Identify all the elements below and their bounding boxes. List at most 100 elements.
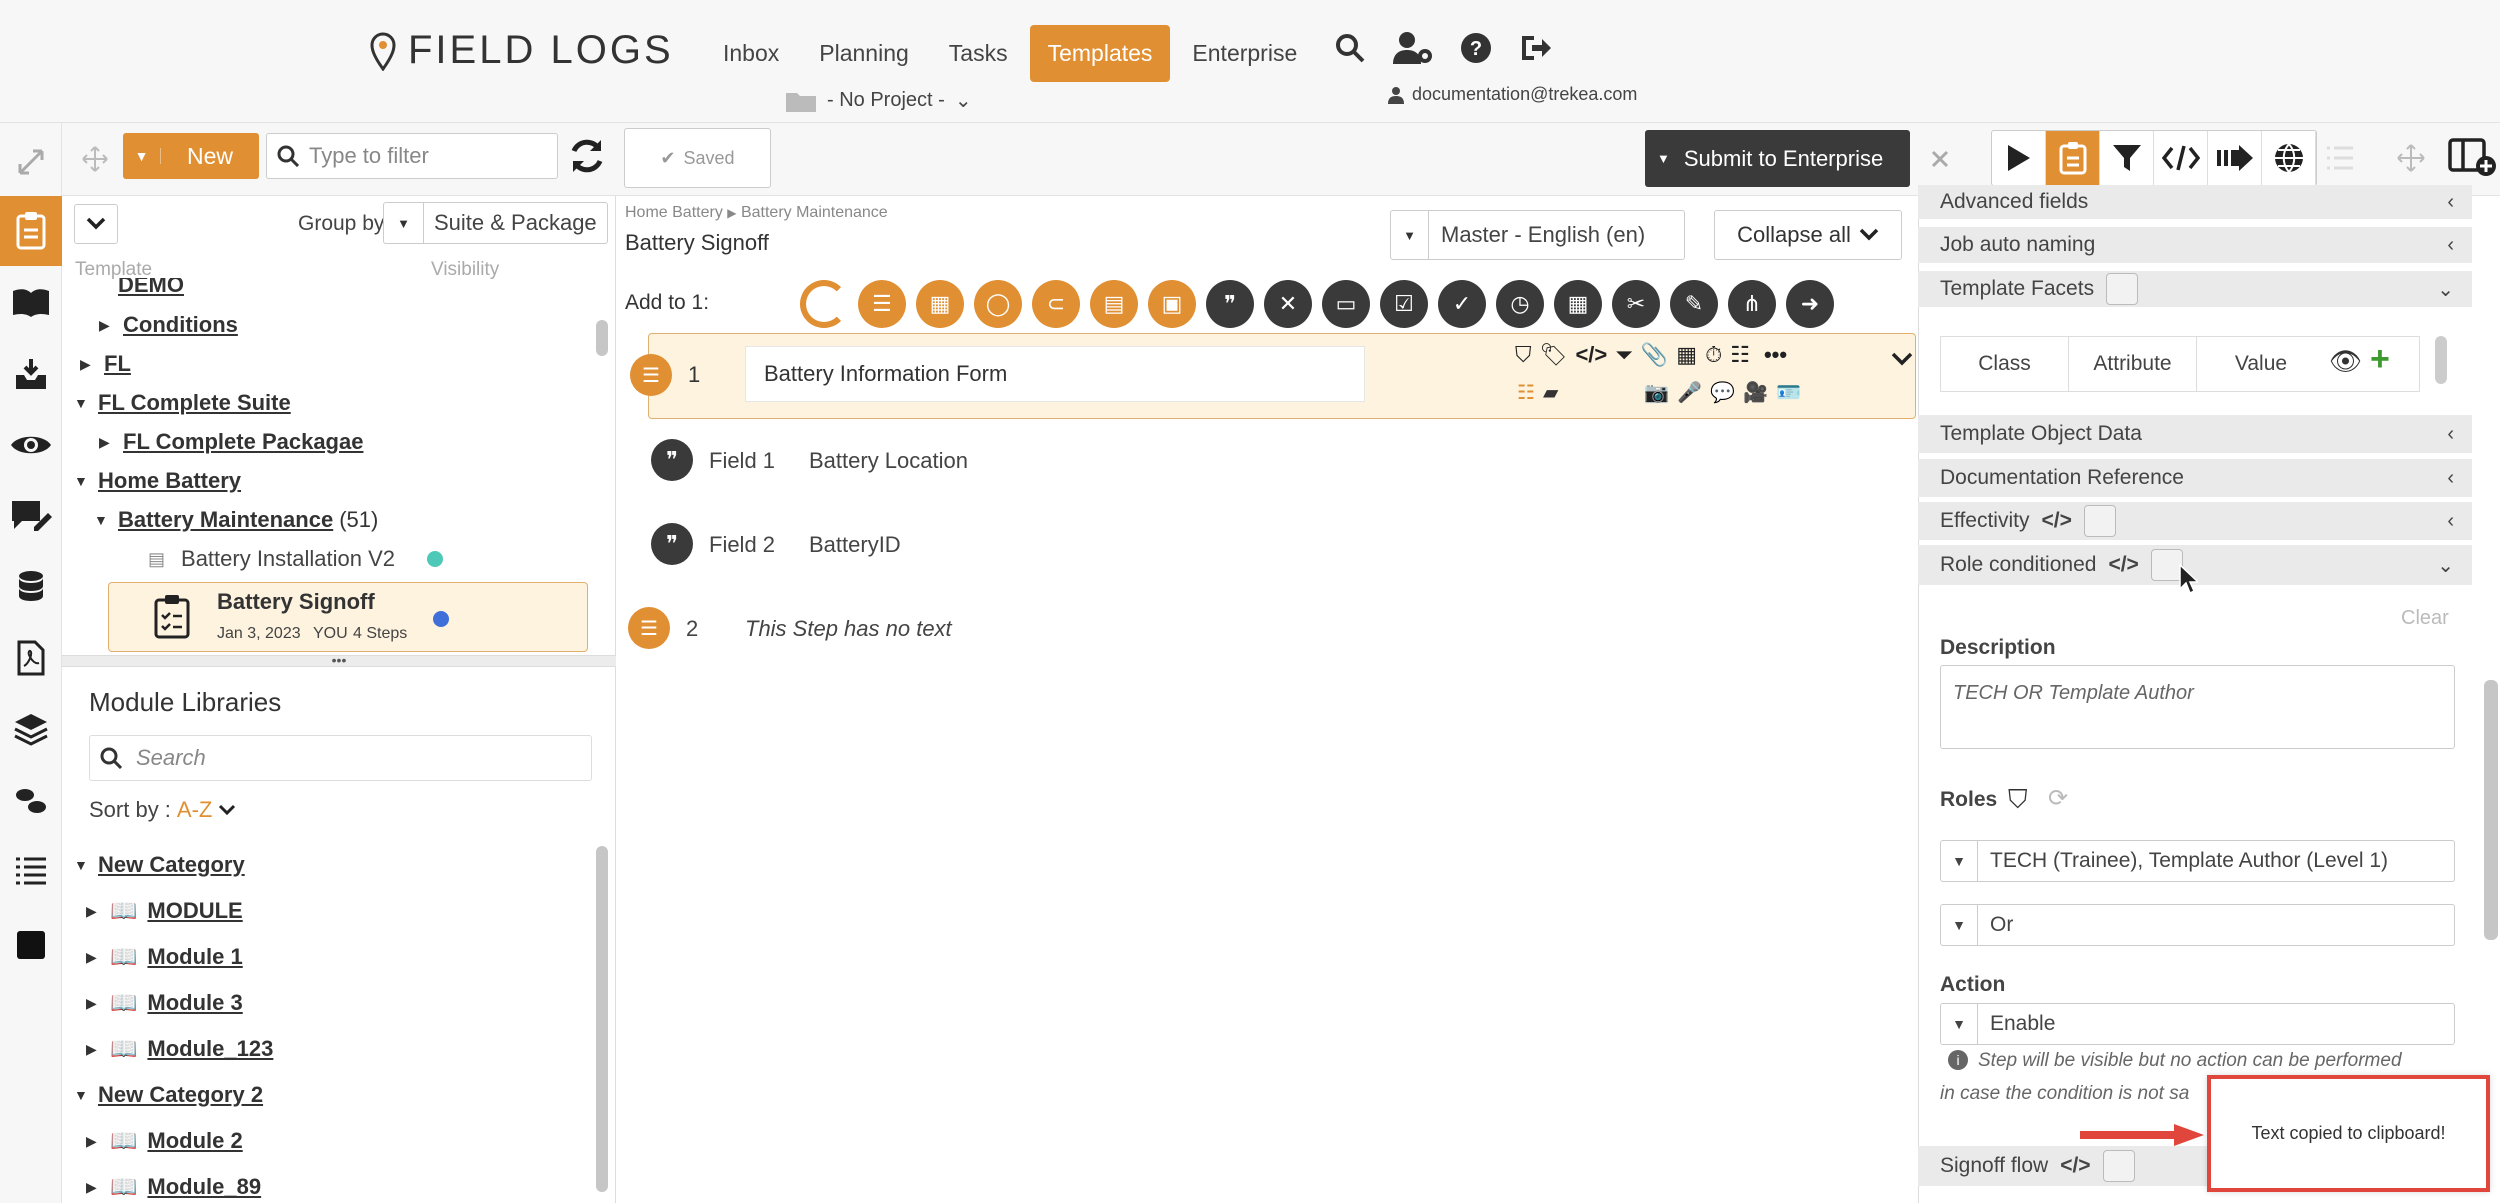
check-square-icon[interactable]: ✓ [1438, 280, 1486, 328]
refresh-icon[interactable]: ⟳ [2048, 784, 2068, 813]
facets-scrollbar[interactable] [2435, 336, 2447, 384]
module-item[interactable]: Module_123 [147, 1036, 273, 1062]
rail-templates-active[interactable] [0, 196, 62, 266]
add-facet-icon[interactable]: + [2370, 340, 2390, 379]
new-button[interactable]: ▼ New [123, 133, 259, 179]
description-textarea[interactable]: TECH OR Template Author [1940, 665, 2455, 749]
checklist-icon[interactable]: ☷ [1517, 380, 1535, 405]
documentation-reference-row[interactable]: Documentation Reference ‹ [1918, 459, 2472, 497]
footsteps-icon[interactable] [10, 779, 52, 821]
template-object-data-row[interactable]: Template Object Data ‹ [1918, 415, 2472, 453]
caret-down-icon[interactable]: ▼ [74, 395, 88, 411]
film-icon[interactable]: ▣ [1148, 280, 1196, 328]
microphone-icon[interactable]: 🎤 [1677, 380, 1702, 405]
filter-icon[interactable]: ⏷ [1615, 342, 1633, 368]
selected-template-card[interactable]: Battery Signoff Jan 3, 2023 YOU 4 Steps [108, 582, 588, 652]
layers-icon[interactable] [10, 708, 52, 750]
attachment-icon[interactable]: 📎 [1641, 342, 1668, 368]
sort-selector[interactable]: Sort by : A-Z [89, 797, 236, 823]
id-card-icon[interactable]: 🪪 [1776, 380, 1801, 405]
clipboard-tool-icon[interactable] [2046, 131, 2100, 185]
roles-select[interactable]: ▼ TECH (Trainee), Template Author (Level … [1940, 840, 2455, 882]
inbox-download-icon[interactable] [10, 353, 52, 395]
tools-icon[interactable]: ✂ [1612, 280, 1660, 328]
signature-icon[interactable]: ✎ [1670, 280, 1718, 328]
quote-icon[interactable]: ❞ [1206, 280, 1254, 328]
caret-right-icon[interactable]: ▶ [80, 356, 94, 373]
more-icon[interactable]: ••• [1764, 342, 1787, 368]
input-field-icon[interactable]: ▭ [1322, 280, 1370, 328]
module-search-input[interactable]: Search [89, 735, 592, 781]
group-by-select[interactable]: ▼ Suite & Package [383, 202, 608, 244]
panel-add-icon[interactable] [2448, 136, 2498, 178]
signoff-flow-checkbox[interactable] [2102, 1150, 2135, 1182]
checkbox-x-icon[interactable]: ✕ [1264, 280, 1312, 328]
clock-icon[interactable]: ◷ [1496, 280, 1544, 328]
loop-icon[interactable] [800, 280, 848, 328]
globe-icon[interactable] [2262, 131, 2316, 185]
caret-right-icon[interactable]: ▶ [86, 903, 100, 920]
link-icon[interactable]: ⊂ [1032, 280, 1080, 328]
step-1[interactable]: ☰ 1 Battery Information Form ⛉ 🏷 </> ⏷ 📎… [630, 333, 1916, 419]
project-selector[interactable]: - No Project - ⌄ [785, 88, 972, 113]
breadcrumb-battery-maintenance[interactable]: Battery Maintenance [741, 204, 888, 221]
search-icon[interactable] [1334, 32, 1366, 64]
comment-icon[interactable]: 💬 [1710, 380, 1735, 405]
code-icon[interactable] [2154, 131, 2208, 185]
shield-icon[interactable]: ⛉ [1515, 342, 1532, 368]
caret-down-icon[interactable]: ▼ [94, 512, 108, 528]
tree-item-fl[interactable]: FL [104, 351, 131, 377]
calculator-icon[interactable]: ▦ [1554, 280, 1602, 328]
grid-icon[interactable]: ▦ [1676, 342, 1697, 368]
nav-inbox[interactable]: Inbox [705, 25, 797, 82]
help-icon[interactable]: ? [1460, 32, 1492, 64]
tree-item-demo[interactable]: DEMO [118, 278, 184, 298]
module-item[interactable]: MODULE [147, 898, 242, 924]
caret-down-icon[interactable]: ▼ [74, 1087, 88, 1103]
collapse-tree-button[interactable] [74, 204, 118, 244]
close-icon[interactable] [1930, 149, 1950, 169]
module-category[interactable]: New Category 2 [98, 1082, 263, 1108]
app-logo[interactable]: FIELD LOGS [368, 28, 674, 73]
module-item[interactable]: Module_89 [147, 1174, 261, 1200]
advanced-fields-row[interactable]: Advanced fields ‹ [1918, 185, 2472, 219]
step-title-input[interactable]: Battery Information Form [745, 346, 1365, 402]
list-icon[interactable] [10, 850, 52, 892]
database-icon[interactable] [10, 566, 52, 608]
tree-item-battery-maintenance[interactable]: Battery Maintenance [118, 507, 333, 533]
code-icon[interactable]: </> [2060, 1154, 2090, 1178]
tree-item-fl-complete-package[interactable]: FL Complete Packagae [123, 429, 363, 455]
tree-item-battery-installation[interactable]: ▤ Battery Installation V2 [148, 546, 444, 572]
checklist-icon[interactable]: ☑ [1380, 280, 1428, 328]
roles-operator-select[interactable]: ▼ Or [1940, 904, 2455, 946]
caret-right-icon[interactable]: ▶ [86, 1041, 100, 1058]
eye-icon[interactable] [10, 424, 52, 466]
move-icon[interactable] [82, 146, 108, 172]
camera-icon[interactable]: 📷 [1644, 380, 1669, 405]
timer-icon[interactable]: ⏱ [1705, 342, 1722, 368]
effectivity-checkbox[interactable] [2083, 505, 2116, 537]
tags-icon[interactable]: 🏷 [1540, 342, 1568, 368]
tree-scrollbar[interactable] [596, 320, 608, 356]
template-facets-row[interactable]: Template Facets ⌄ [1918, 271, 2472, 307]
action-select[interactable]: ▼ Enable [1940, 1003, 2455, 1045]
code-icon[interactable]: </> [2108, 553, 2138, 577]
comment-edit-icon[interactable] [10, 495, 52, 537]
nav-enterprise[interactable]: Enterprise [1174, 25, 1315, 82]
chevron-down-icon[interactable] [1891, 352, 1913, 368]
module-category[interactable]: New Category [98, 852, 245, 878]
collapse-all-button[interactable]: Collapse all [1714, 210, 1902, 260]
filter-input[interactable]: Type to filter [266, 133, 558, 179]
play-icon[interactable] [1992, 131, 2046, 185]
table-icon[interactable]: ▦ [916, 280, 964, 328]
step-2-text[interactable]: This Step has no text [745, 616, 952, 642]
nav-planning[interactable]: Planning [801, 25, 927, 82]
saved-button[interactable]: ✔ Saved [624, 128, 771, 188]
clear-link[interactable]: Clear [2401, 607, 2449, 630]
module-item[interactable]: Module 3 [147, 990, 242, 1016]
video-icon[interactable]: 🎥 [1743, 380, 1768, 405]
square-icon[interactable] [10, 924, 52, 966]
breadcrumb-home-battery[interactable]: Home Battery [625, 204, 723, 221]
circle-icon[interactable]: ◯ [974, 280, 1022, 328]
eye-icon[interactable]: 👁 [2329, 346, 2362, 377]
